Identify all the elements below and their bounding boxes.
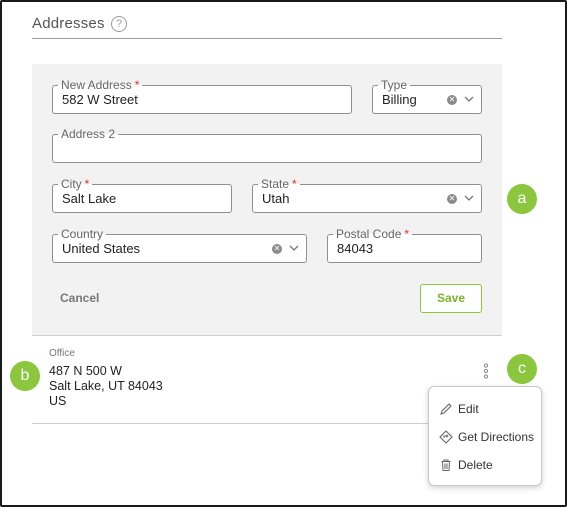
help-icon[interactable]: ?	[111, 16, 127, 32]
address-type-label: Office	[49, 348, 75, 359]
kebab-menu-icon[interactable]	[483, 363, 489, 379]
save-button[interactable]: Save	[420, 284, 482, 313]
title-divider	[32, 38, 502, 39]
panel-divider	[32, 335, 502, 336]
section-title: Addresses	[32, 15, 105, 32]
callout-a: a	[507, 184, 537, 214]
chevron-down-icon[interactable]	[288, 242, 300, 254]
country-select[interactable]: Country United States ✕	[52, 227, 307, 263]
chevron-down-icon[interactable]	[463, 192, 475, 204]
type-label: Type	[378, 78, 411, 92]
clear-icon[interactable]: ✕	[272, 244, 282, 254]
type-value: Billing	[382, 92, 417, 107]
address-line-3: US	[49, 394, 67, 408]
directions-icon	[439, 430, 453, 444]
menu-item-get-directions[interactable]: Get Directions	[439, 428, 534, 446]
menu-item-label: Edit	[458, 402, 479, 416]
type-select[interactable]: Type Billing ✕	[372, 78, 482, 114]
callout-b: b	[10, 361, 40, 391]
state-select[interactable]: State * Utah ✕	[252, 177, 482, 213]
city-field[interactable]: City * Salt Lake	[52, 177, 232, 213]
clear-icon[interactable]: ✕	[447, 95, 457, 105]
menu-item-delete[interactable]: Delete	[439, 456, 493, 474]
postal-code-field[interactable]: Postal Code * 84043	[327, 227, 482, 263]
menu-item-label: Get Directions	[458, 430, 535, 444]
address2-field[interactable]: Address 2	[52, 127, 482, 163]
menu-item-edit[interactable]: Edit	[439, 400, 479, 418]
cancel-button[interactable]: Cancel	[60, 291, 99, 305]
postal-code-value: 84043	[337, 241, 374, 256]
postal-code-label: Postal Code *	[333, 227, 413, 241]
new-address-value: 582 W Street	[62, 92, 138, 107]
trash-icon	[441, 459, 451, 471]
address-line-2: Salt Lake, UT 84043	[49, 379, 163, 393]
city-value: Salt Lake	[62, 191, 117, 206]
new-address-label: New Address *	[58, 78, 143, 92]
city-label: City *	[58, 177, 93, 191]
address-context-menu: Edit Get Directions Delete	[428, 386, 542, 486]
menu-item-label: Delete	[458, 458, 493, 472]
address2-label: Address 2	[58, 127, 119, 141]
country-label: Country	[58, 227, 107, 241]
pencil-icon	[440, 403, 452, 415]
clear-icon[interactable]: ✕	[447, 194, 457, 204]
callout-c: c	[507, 354, 537, 384]
address-line-1: 487 N 500 W	[49, 364, 122, 378]
country-value: United States	[62, 241, 141, 256]
state-label: State *	[258, 177, 300, 191]
new-address-field[interactable]: New Address * 582 W Street	[52, 78, 352, 114]
state-value: Utah	[262, 191, 290, 206]
chevron-down-icon[interactable]	[463, 93, 475, 105]
